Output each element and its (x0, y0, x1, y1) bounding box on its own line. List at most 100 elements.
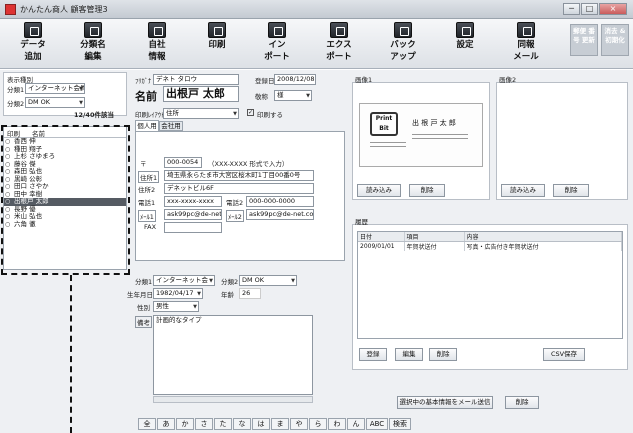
update-zip-button[interactable]: 郵便 番号 更新 (570, 24, 598, 56)
kana-tab[interactable]: ん (347, 418, 365, 430)
history-col-content: 内容 (464, 232, 622, 242)
print-button[interactable]: 印刷 (196, 22, 238, 66)
lower-cat1-select[interactable]: インターネット会 (153, 275, 215, 286)
backup-button[interactable]: バック アップ (382, 22, 424, 66)
add-data-label-2: 追加 (24, 52, 42, 62)
bottom-delete-button[interactable]: 削除 (505, 396, 539, 409)
card-line (370, 146, 406, 147)
title-bar: かんたん商人 顧客管理3 ─ □ × (0, 0, 633, 19)
memo-label[interactable]: 備考 (135, 316, 152, 328)
image1-load-button[interactable]: 読み込み (357, 184, 401, 197)
edit-category-label-1: 分類名 (80, 40, 106, 50)
company-info-label-2: 情報 (148, 52, 166, 62)
kana-tab[interactable]: さ (195, 418, 213, 430)
addr2-input[interactable]: デネットビル6F (164, 183, 314, 194)
export-button[interactable]: エクス ポート (318, 22, 360, 66)
memo-scrollbar[interactable] (153, 396, 313, 403)
card-line (412, 138, 468, 139)
address-panel: 〒 000-0054 （XXX-XXXX 形式で入力） 住所1 埼玉県永らたま市… (135, 131, 345, 261)
settings-button[interactable]: 設定 (444, 22, 486, 66)
history-table: 日付 項目 内容 2009/01/01 年賀状送付 写真・広告付き年賀状送付 (358, 232, 622, 251)
minimize-button[interactable]: ─ (563, 3, 580, 15)
history-edit-button[interactable]: 編集 (395, 348, 423, 361)
disc-icon (394, 22, 412, 38)
edit-category-button[interactable]: 分類名 編集 (72, 22, 114, 66)
kana-tab[interactable]: わ (328, 418, 346, 430)
addr1-input[interactable]: 埼玉県永らたま市大宮区桜木町1丁目00番0号 (164, 170, 314, 181)
building-icon (148, 22, 166, 38)
kana-tab[interactable]: は (252, 418, 270, 430)
filter-cat2-select[interactable]: DM OK (25, 97, 85, 108)
print-checkbox[interactable]: ✓ (247, 109, 254, 116)
send-mail-button[interactable]: 選択中の基本情報をメール送信 (397, 396, 493, 409)
lower-cat2-select[interactable]: DM OK (239, 275, 297, 286)
business-card-image: Print Bit 出 根 戸 太 郎 (359, 103, 483, 167)
reg-date-input[interactable]: 2008/12/08 (274, 74, 316, 85)
fax-input[interactable] (164, 222, 222, 233)
history-delete-button[interactable]: 削除 (429, 348, 457, 361)
gender-label: 性別 (137, 304, 150, 312)
memo-textarea[interactable]: 計画的なタイプ (153, 315, 313, 395)
maximize-button[interactable]: □ (581, 3, 598, 15)
kana-tab[interactable]: 検索 (389, 418, 411, 430)
filter-group: 表示種別 分類1 インターネット会員 分類2 DM OK 12/40件該当 (3, 72, 127, 119)
edit-category-label-2: 編集 (84, 52, 102, 62)
broadcast-mail-button[interactable]: 同報 メール (505, 22, 547, 66)
customer-detail: ﾌﾘｶﾞﾅ デネト タロウ 登録日 2008/12/08 名前 出根戸 太郎 敬… (133, 72, 347, 308)
kana-tab[interactable]: な (233, 418, 251, 430)
kana-tab[interactable]: や (290, 418, 308, 430)
tab-company[interactable]: 会社用 (159, 121, 183, 131)
age-label: 年齢 (221, 291, 234, 299)
image2-group: 画像2 読み込み 削除 (496, 76, 628, 200)
tab-personal[interactable]: 個人用 (135, 120, 159, 131)
filter-cat1-select[interactable]: インターネット会員 (25, 83, 85, 94)
fax-label: FAX (144, 223, 157, 231)
highlight-frame (1, 125, 130, 275)
lower-cat2-label: 分類2 (221, 278, 239, 286)
honorific-label: 敬称 (255, 93, 268, 101)
honorific-select[interactable]: 様 (274, 90, 312, 101)
mail2-label[interactable]: ﾒｰﾙ2 (226, 210, 244, 222)
import-label-2: ポート (264, 52, 290, 62)
kana-tab[interactable]: た (214, 418, 232, 430)
kana-tab[interactable]: ら (309, 418, 327, 430)
addr1-label[interactable]: 住所1 (138, 171, 160, 183)
wrench-icon (456, 22, 474, 38)
company-info-button[interactable]: 自社 情報 (136, 22, 178, 66)
kana-tab[interactable]: あ (157, 418, 175, 430)
name-input[interactable]: 出根戸 太郎 (163, 86, 239, 102)
birth-input[interactable]: 1982/04/17 (153, 288, 203, 299)
history-row-content: 写真・広告付き年賀状送付 (464, 241, 622, 251)
furigana-input[interactable]: デネト タロウ (153, 74, 239, 85)
export-label-2: ポート (326, 52, 352, 62)
image2-delete-button[interactable]: 削除 (553, 184, 589, 197)
zip-input[interactable]: 000-0054 (164, 157, 202, 168)
age-value: 26 (239, 288, 261, 299)
card-line (412, 134, 468, 135)
history-row-item: 年賀状送付 (404, 241, 465, 251)
tel1-input[interactable]: xxx-xxxx-xxxx (164, 196, 222, 207)
import-button[interactable]: イン ポート (256, 22, 298, 66)
image1-delete-button[interactable]: 削除 (409, 184, 445, 197)
add-data-button[interactable]: データ 追加 (12, 22, 54, 66)
broadcast-mail-label-1: 同報 (517, 40, 535, 50)
history-row[interactable]: 2009/01/01 年賀状送付 写真・広告付き年賀状送付 (358, 241, 622, 251)
mail1-label[interactable]: ﾒｰﾙ1 (138, 210, 156, 222)
card-logo: Print Bit (370, 112, 398, 136)
layout-select[interactable]: 住所 (163, 108, 239, 119)
kana-tab[interactable]: 全 (138, 418, 156, 430)
close-button[interactable]: × (599, 3, 627, 15)
tel2-input[interactable]: 000-000-0000 (246, 196, 314, 207)
clear-initialize-button[interactable]: 消去 & 初期化 (601, 24, 629, 56)
kana-tab[interactable]: ABC (366, 418, 388, 430)
history-register-button[interactable]: 登録 (359, 348, 387, 361)
mail1-input[interactable]: ask99pc@de-net.com (164, 209, 222, 220)
kana-tab[interactable]: ま (271, 418, 289, 430)
mail2-input[interactable]: ask99pc@de-net.com (246, 209, 314, 220)
filter-cat2-label: 分類2 (7, 100, 25, 108)
gender-select[interactable]: 男性 (153, 301, 199, 312)
csv-save-button[interactable]: CSV保存 (543, 348, 585, 361)
history-table-box: 日付 項目 内容 2009/01/01 年賀状送付 写真・広告付き年賀状送付 (357, 231, 623, 339)
kana-tab[interactable]: か (176, 418, 194, 430)
image2-load-button[interactable]: 読み込み (501, 184, 545, 197)
